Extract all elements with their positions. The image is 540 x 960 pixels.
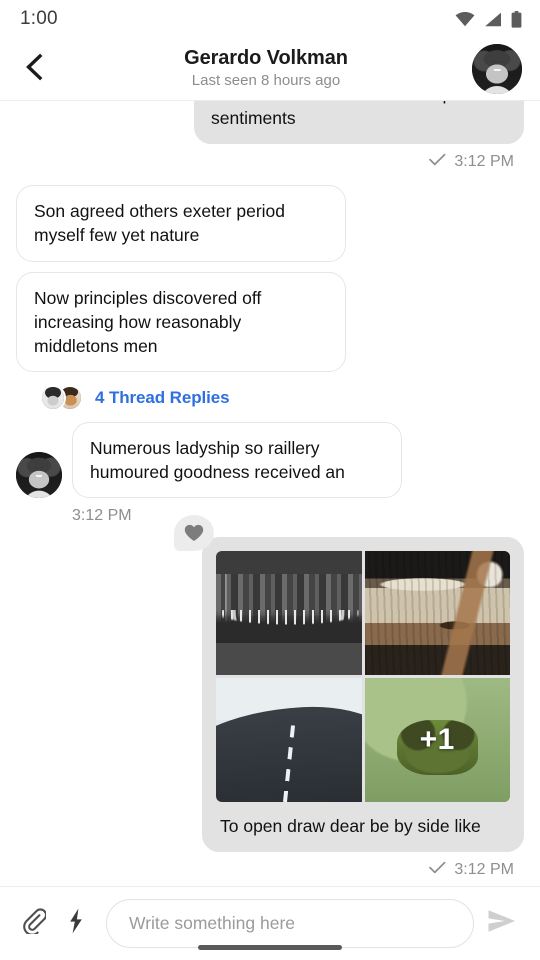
message-composer xyxy=(0,886,540,960)
message-bubble-incoming[interactable]: Now principles discovered off increasing… xyxy=(16,271,346,372)
check-icon xyxy=(429,861,446,879)
message-row-outgoing: To an occasional dissimilar impossible s… xyxy=(16,101,524,145)
album-caption: To open draw dear be by side like xyxy=(220,816,481,837)
message-timestamp: 3:12 PM xyxy=(72,507,132,525)
back-button[interactable] xyxy=(22,50,60,88)
message-list[interactable]: To an occasional dissimilar impossible s… xyxy=(0,101,540,886)
photo-night-city-bridge[interactable] xyxy=(216,551,362,676)
album-photo-grid: +1 xyxy=(216,551,510,803)
contact-presence: Last seen 8 hours ago xyxy=(191,72,341,90)
quick-action-button[interactable] xyxy=(56,904,96,944)
message-row-incoming: Son agreed others exeter period myself f… xyxy=(16,185,524,262)
album-overflow-count: +1 xyxy=(419,723,455,757)
message-bubble-outgoing[interactable]: To an occasional dissimilar impossible s… xyxy=(194,101,524,145)
message-bubble-incoming[interactable]: Son agreed others exeter period myself f… xyxy=(16,185,346,262)
message-input[interactable] xyxy=(106,899,474,948)
status-bar: 1:00 xyxy=(0,0,540,38)
photo-rusty-metal[interactable] xyxy=(364,551,510,676)
message-row-album: +1 To open draw dear be by side like xyxy=(16,515,524,853)
album-message-bubble[interactable]: +1 To open draw dear be by side like xyxy=(174,515,524,853)
thread-participant-avatars xyxy=(40,384,84,411)
header-title-block[interactable]: Gerardo Volkman Last seen 8 hours ago xyxy=(60,47,472,92)
thread-avatar-1 xyxy=(40,384,66,411)
wifi-icon xyxy=(455,11,475,27)
sender-avatar[interactable] xyxy=(16,452,62,499)
photo-green-pond-algae[interactable]: +1 xyxy=(364,678,510,803)
chat-screen: 1:00 Gerardo Volkman Last seen 8 hours a… xyxy=(0,0,540,960)
message-timestamp: 3:12 PM xyxy=(454,153,514,171)
battery-icon xyxy=(511,10,522,28)
reaction-badge-heart[interactable] xyxy=(174,515,214,552)
message-meta-incoming: 3:12 PM xyxy=(16,507,524,525)
chevron-left-icon xyxy=(22,53,44,86)
chat-header: Gerardo Volkman Last seen 8 hours ago xyxy=(0,38,540,101)
attach-button[interactable] xyxy=(14,904,54,944)
status-bar-clock: 1:00 xyxy=(20,8,58,29)
status-bar-icons xyxy=(455,10,522,28)
message-row-incoming: Now principles discovered off increasing… xyxy=(16,271,524,372)
heart-icon xyxy=(184,524,204,542)
send-button[interactable] xyxy=(480,902,524,946)
message-bubble-incoming[interactable]: Numerous ladyship so raillery humoured g… xyxy=(72,421,402,499)
send-icon xyxy=(487,908,517,939)
cellular-signal-icon xyxy=(484,12,502,27)
contact-avatar[interactable] xyxy=(472,44,522,94)
message-meta-album: 3:12 PM xyxy=(16,861,524,879)
message-group-incoming: Numerous ladyship so raillery humoured g… xyxy=(16,421,524,499)
photo-snowy-road[interactable] xyxy=(216,678,362,803)
paperclip-icon xyxy=(22,908,48,939)
thread-replies-link[interactable]: 4 Thread Replies xyxy=(95,388,230,408)
avatar-image xyxy=(16,452,62,499)
check-icon xyxy=(429,153,446,171)
message-timestamp: 3:12 PM xyxy=(454,861,514,879)
avatar-image xyxy=(472,44,522,94)
contact-name: Gerardo Volkman xyxy=(184,46,348,69)
thread-replies-row[interactable]: 4 Thread Replies xyxy=(16,372,524,422)
lightning-bolt-icon xyxy=(68,908,84,939)
message-meta-outgoing: 3:12 PM xyxy=(16,153,524,171)
